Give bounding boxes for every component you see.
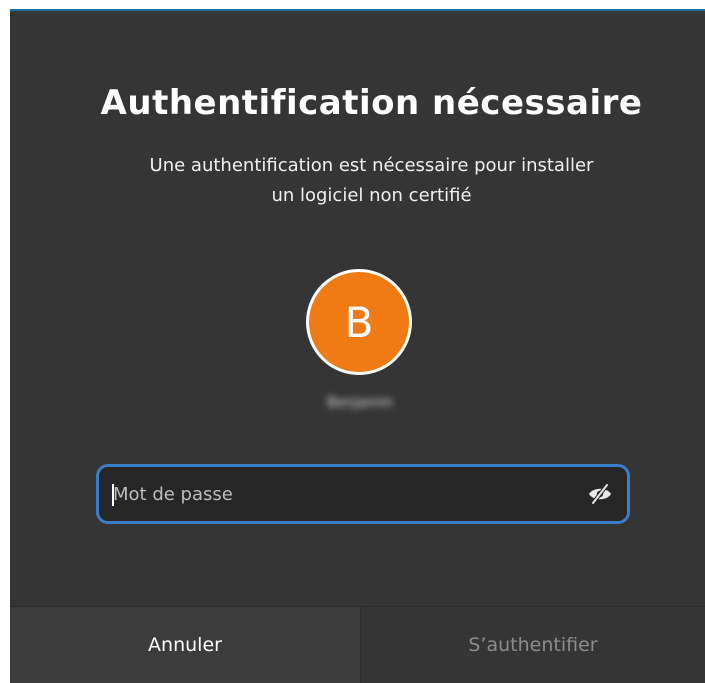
avatar-letter: B: [344, 297, 374, 347]
dialog-footer: Annuler S’authentifier: [10, 606, 705, 683]
username-label: Benjamin: [327, 395, 393, 411]
dialog-message-line2: un logiciel non certifié: [271, 185, 472, 206]
eye-slash-icon[interactable]: [587, 483, 613, 505]
authenticate-button[interactable]: S’authentifier: [361, 607, 705, 683]
dialog-title: Authentification nécessaire: [100, 83, 643, 123]
dialog-message: Une authentification est nécessaire pour…: [50, 151, 693, 211]
password-input[interactable]: [113, 467, 583, 521]
avatar: B: [306, 269, 412, 375]
password-field[interactable]: [96, 464, 630, 524]
cancel-button[interactable]: Annuler: [10, 607, 361, 683]
authentication-dialog: Authentification nécessaire Une authenti…: [10, 9, 705, 683]
dialog-message-line1: Une authentification est nécessaire pour…: [149, 155, 594, 176]
